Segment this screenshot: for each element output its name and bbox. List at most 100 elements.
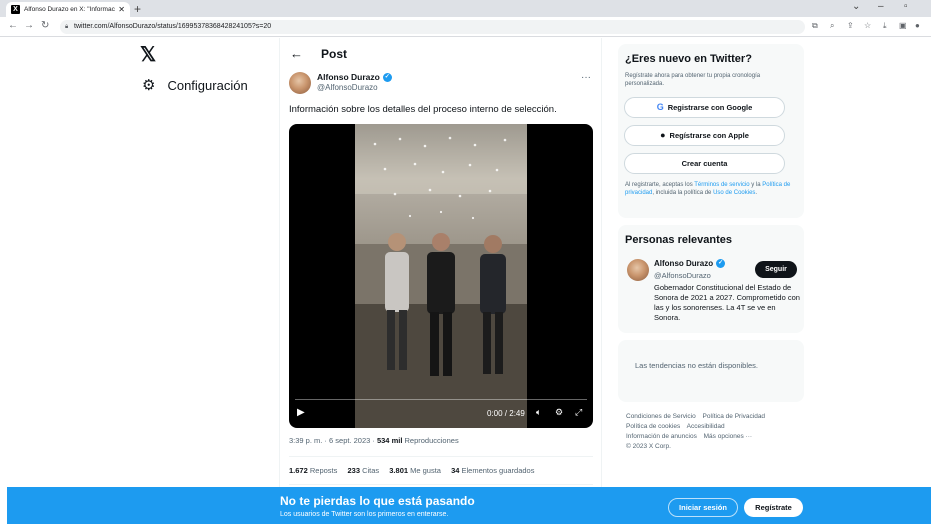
profile-icon[interactable]: ●	[915, 21, 920, 30]
post-text: Información sobre los detalles del proce…	[289, 104, 557, 115]
relevant-handle[interactable]: @AlfonsoDurazo	[654, 271, 711, 280]
create-account-button[interactable]: Crear cuenta	[624, 153, 785, 174]
login-button[interactable]: Iniciar sesión	[668, 498, 738, 517]
divider	[289, 484, 593, 485]
copyright: © 2023 X Corp.	[626, 443, 671, 450]
apple-icon: ●	[660, 130, 666, 140]
legal-text: .	[755, 190, 758, 196]
likes-label: Me gusta	[408, 466, 441, 475]
follow-button[interactable]: Seguir	[755, 261, 797, 278]
zoom-icon[interactable]: ⌕	[830, 21, 834, 31]
install-icon[interactable]: ⧉	[812, 21, 818, 31]
terms-link[interactable]: Términos de servicio	[694, 182, 749, 188]
nav-item-settings[interactable]: ⚙ Configuración	[142, 76, 248, 94]
relevant-bio: Gobernador Constitucional del Estado de …	[654, 283, 800, 322]
post-stats: 1.672 Reposts 233 Citas 3.801 Me gusta 3…	[289, 466, 542, 475]
legal-text: y la	[749, 182, 763, 188]
signup-subtitle: Regístrate ahora para obtener tu propia …	[625, 73, 761, 87]
likes-stat[interactable]: 3.801 Me gusta	[389, 466, 441, 475]
back-icon[interactable]: ←	[8, 20, 18, 31]
footer-link[interactable]: Más opciones ···	[704, 433, 752, 440]
post-meta: 3:39 p. m. · 6 sept. 2023 · 534 mil Repr…	[289, 436, 459, 445]
page-title: Post	[321, 46, 348, 61]
quotes-stat[interactable]: 233 Citas	[347, 466, 379, 475]
download-icon[interactable]: ⤓	[883, 21, 887, 31]
relevant-title: Personas relevantes	[625, 234, 733, 246]
relevant-name[interactable]: Alfonso Durazo	[654, 259, 713, 268]
browser-tab[interactable]: X Alfonso Durazo en X: "Informaci ✕	[6, 2, 130, 17]
signup-card: ¿Eres nuevo en Twitter? Regístrate ahora…	[618, 44, 804, 218]
address-bar[interactable]: 🔒︎ twitter.com/AlfonsoDurazo/status/1699…	[60, 20, 805, 34]
gear-icon: ⚙	[142, 77, 156, 94]
verified-badge-icon: ✓	[382, 72, 392, 82]
sidepanel-icon[interactable]: ▣	[899, 21, 907, 30]
lock-icon: 🔒︎	[65, 24, 69, 30]
legal-text: Al registrarte, aceptas los	[625, 182, 695, 188]
volume-icon[interactable]: 🔈︎	[536, 407, 541, 418]
reposts-label: Reposts	[307, 466, 338, 475]
bookmark-star-icon[interactable]: ☆	[864, 21, 871, 30]
post-header: ← Post	[290, 46, 347, 61]
trends-message: Las tendencias no están disponibles.	[635, 361, 759, 370]
footer-link[interactable]: Política de cookies	[626, 423, 680, 430]
nav-item-settings-label: Configuración	[167, 77, 248, 93]
cookies-link[interactable]: Uso de Cookies	[713, 190, 755, 196]
signup-google-button[interactable]: G Registrarse con Google	[624, 97, 785, 118]
settings-icon[interactable]: ⚙	[555, 407, 563, 418]
create-account-label: Crear cuenta	[681, 159, 728, 168]
views-label: Reproducciones	[402, 436, 459, 445]
browser-tabstrip: X Alfonso Durazo en X: "Informaci ✕ + ⌄ …	[0, 0, 931, 17]
x-logo-icon[interactable]: 𝕏	[140, 42, 156, 67]
signup-legal: Al registrarte, aceptas los Términos de …	[625, 181, 797, 197]
footer-link[interactable]: Accesibilidad	[687, 423, 725, 430]
login-banner: No te pierdas lo que está pasando Los us…	[7, 487, 931, 524]
close-tab-icon[interactable]: ✕	[118, 5, 125, 14]
banner-headline: No te pierdas lo que está pasando	[280, 494, 475, 508]
maximize-icon[interactable]: ▫	[904, 1, 908, 12]
footer-links: Condiciones de Servicio Política de Priv…	[626, 412, 806, 452]
legal-text: , incluida la política de	[652, 190, 714, 196]
footer-link[interactable]: Política de Privacidad	[703, 413, 766, 420]
relevant-name-row: Alfonso Durazo ✓	[654, 259, 726, 268]
video-player[interactable]: ▶ 0:00 / 2:49 🔈︎ ⚙ ⤢	[289, 124, 593, 428]
x-favicon-icon: X	[11, 5, 20, 14]
footer-link[interactable]: Información de anuncios	[626, 433, 697, 440]
reposts-count: 1.672	[289, 466, 308, 475]
reload-icon[interactable]: ↻	[41, 20, 49, 31]
video-frame	[355, 124, 527, 428]
play-icon[interactable]: ▶	[297, 407, 305, 418]
fullscreen-icon[interactable]: ⤢	[575, 407, 582, 418]
views-count: 534 mil	[376, 436, 403, 445]
back-arrow-icon[interactable]: ←	[290, 46, 303, 61]
author-handle[interactable]: @AlfonsoDurazo	[317, 83, 392, 92]
new-tab-icon[interactable]: +	[134, 2, 141, 16]
url-text: twitter.com/AlfonsoDurazo/status/1699537…	[74, 23, 272, 30]
divider	[289, 456, 593, 457]
register-button[interactable]: Regístrate	[744, 498, 803, 517]
likes-count: 3.801	[389, 466, 409, 475]
browser-toolbar: ← → ↻ 🔒︎ twitter.com/AlfonsoDurazo/statu…	[0, 17, 931, 37]
signup-apple-label: Regístrarse con Apple	[669, 131, 749, 140]
minimize-icon[interactable]: –	[878, 1, 884, 12]
avatar[interactable]	[289, 72, 311, 94]
banner-subline: Los usuarios de Twitter son los primeros…	[280, 511, 449, 518]
signup-apple-button[interactable]: ● Regístrarse con Apple	[624, 125, 785, 146]
post-timestamp[interactable]: 3:39 p. m. · 6 sept. 2023 ·	[289, 436, 377, 445]
bookmarks-stat[interactable]: 34 Elementos guardados	[451, 466, 534, 475]
footer-link[interactable]: Condiciones de Servicio	[626, 413, 696, 420]
forward-icon[interactable]: →	[24, 20, 34, 31]
bookmarks-label: Elementos guardados	[459, 466, 535, 475]
video-scene	[355, 124, 527, 428]
author-name[interactable]: Alfonso Durazo	[317, 72, 380, 82]
relevant-people-card: Personas relevantes Alfonso Durazo ✓ @Al…	[618, 225, 804, 333]
tab-list-icon[interactable]: ⌄	[852, 1, 860, 12]
share-icon[interactable]: ⇪	[847, 21, 854, 30]
trends-card: Las tendencias no están disponibles.	[618, 340, 804, 402]
google-icon: G	[656, 102, 664, 112]
avatar[interactable]	[627, 259, 649, 281]
more-options-icon[interactable]: ···	[581, 72, 591, 83]
reposts-stat[interactable]: 1.672 Reposts	[289, 466, 337, 475]
video-progress-bar[interactable]	[295, 399, 587, 400]
post-author[interactable]: Alfonso Durazo ✓ @AlfonsoDurazo	[289, 72, 392, 94]
video-time: 0:00 / 2:49	[487, 409, 525, 418]
